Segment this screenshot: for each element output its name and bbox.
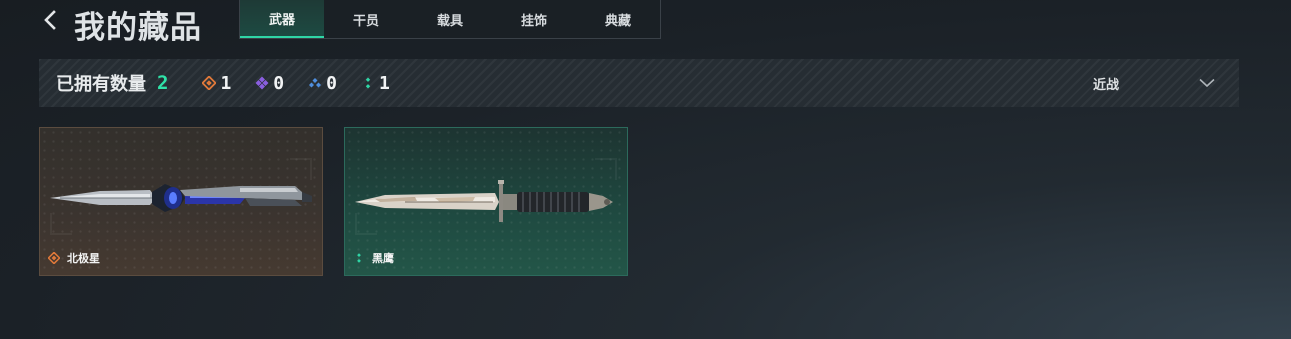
back-button[interactable]	[38, 6, 62, 34]
stats-bar: 已拥有数量 2 1 0 0 1 近战	[39, 59, 1239, 107]
card-footer: 北极星	[48, 250, 100, 266]
rarity-count: 0	[326, 72, 337, 94]
filter-label: 近战	[1093, 77, 1120, 93]
orange-diamond-icon	[48, 252, 60, 264]
rarity-count: 1	[378, 72, 390, 94]
green-dots-icon	[365, 77, 371, 89]
card-footer: 黑鹰	[353, 250, 394, 266]
owned-count-label: 已拥有数量	[56, 74, 146, 95]
tab-operators[interactable]: 干员	[324, 0, 408, 38]
item-name: 黑鹰	[372, 252, 394, 265]
rarity-count: 1	[220, 72, 232, 94]
owned-count-value: 2	[157, 72, 169, 94]
rarity-green-count: 1	[361, 73, 390, 94]
rarity-blue-count: 0	[308, 73, 337, 94]
orange-diamond-icon	[202, 76, 217, 90]
rarity-purple-count: 0	[255, 73, 284, 94]
chevron-left-icon	[44, 10, 56, 30]
tab-weapons[interactable]: 武器	[240, 0, 324, 38]
tab-collection[interactable]: 典藏	[576, 0, 660, 38]
melee-filter-dropdown[interactable]: 近战	[1079, 59, 1219, 107]
page-title: 我的藏品	[74, 10, 202, 46]
rarity-count: 0	[273, 72, 285, 94]
item-card[interactable]: 黑鹰	[344, 127, 628, 276]
tab-charms[interactable]: 挂饰	[492, 0, 576, 38]
knife-image	[355, 180, 613, 222]
category-tabs: 武器 干员 载具 挂饰 典藏	[239, 0, 661, 39]
item-card[interactable]: 北极星	[39, 127, 323, 276]
green-dots-icon	[357, 253, 361, 263]
chevron-down-icon	[1199, 78, 1215, 88]
purple-diamond-icon	[255, 76, 269, 90]
item-name: 北极星	[67, 252, 100, 265]
rarity-orange-count: 1	[202, 73, 231, 94]
tab-vehicles[interactable]: 载具	[408, 0, 492, 38]
blue-diamond-icon	[309, 78, 322, 88]
dagger-image	[50, 184, 312, 212]
